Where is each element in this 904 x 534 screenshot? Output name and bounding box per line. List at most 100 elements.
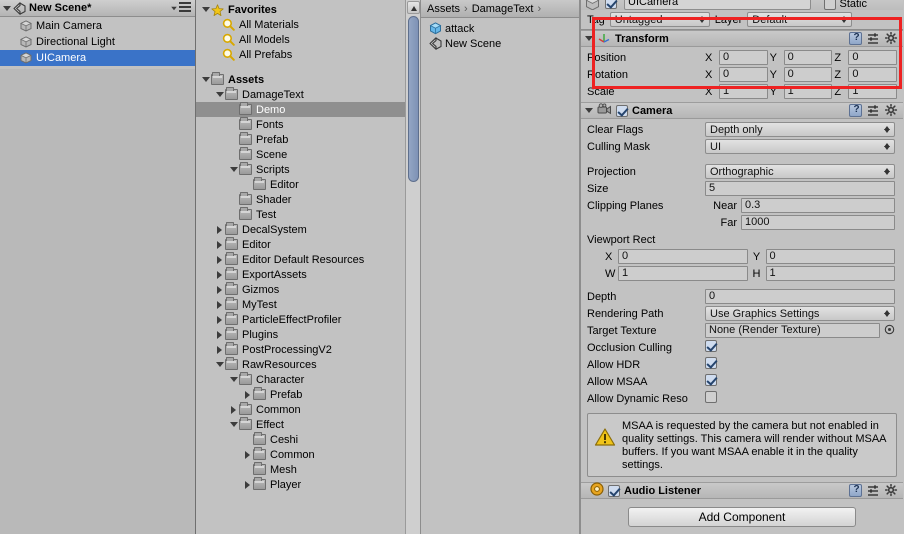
depth-field[interactable]: 0 <box>705 289 895 304</box>
foldout-arrow-right-icon[interactable] <box>242 480 253 489</box>
project-tree-item[interactable]: Character <box>196 372 420 387</box>
foldout-arrow-right-icon[interactable] <box>214 345 225 354</box>
rendering-path-dropdown[interactable]: Use Graphics Settings <box>705 306 895 321</box>
add-component-button[interactable]: Add Component <box>628 507 856 527</box>
viewport-x-field[interactable]: 0 <box>618 249 748 264</box>
project-tree-item[interactable]: Fonts <box>196 117 420 132</box>
projection-dropdown[interactable]: Orthographic <box>705 164 895 179</box>
preset-icon[interactable] <box>867 33 880 44</box>
project-tree-item[interactable]: Common <box>196 402 420 417</box>
breadcrumb-assets[interactable]: Assets <box>427 3 460 15</box>
position-y-field[interactable]: 0 <box>783 50 833 65</box>
project-tree-item[interactable]: ParticleEffectProfiler <box>196 312 420 327</box>
rotation-y-field[interactable]: 0 <box>783 67 833 82</box>
clear-flags-dropdown[interactable]: Depth only <box>705 122 895 137</box>
scale-z-field[interactable]: 1 <box>848 84 898 99</box>
project-scrollbar[interactable] <box>405 0 420 534</box>
allow-hdr-checkbox[interactable] <box>705 357 717 369</box>
hierarchy-empty-area[interactable] <box>0 69 196 534</box>
project-tree-item[interactable]: Scene <box>196 147 420 162</box>
foldout-arrow-right-icon[interactable] <box>214 315 225 324</box>
scrollbar-thumb[interactable] <box>408 16 419 182</box>
gear-icon[interactable] <box>884 103 898 117</box>
project-content-item-attack[interactable]: attack <box>421 21 580 36</box>
project-tree-item[interactable]: PostProcessingV2 <box>196 342 420 357</box>
scale-y-field[interactable]: 1 <box>783 84 833 99</box>
breadcrumb-damagetext[interactable]: DamageText <box>472 3 534 15</box>
project-tree-item[interactable]: Editor <box>196 177 420 192</box>
near-field[interactable]: 0.3 <box>741 198 895 213</box>
camera-foldout-arrow[interactable] <box>585 108 593 113</box>
project-favorite-all-prefabs[interactable]: All Prefabs <box>196 47 420 62</box>
help-icon[interactable] <box>849 484 862 497</box>
foldout-arrow-right-icon[interactable] <box>228 405 239 414</box>
far-field[interactable]: 1000 <box>741 215 895 230</box>
hierarchy-item-main-camera[interactable]: Main Camera <box>0 18 196 34</box>
viewport-w-field[interactable]: 1 <box>618 266 748 281</box>
camera-component-header[interactable]: Camera <box>581 102 903 119</box>
hierarchy-item-directional-light[interactable]: Directional Light <box>0 34 196 50</box>
project-favorites-root[interactable]: Favorites <box>196 2 420 17</box>
foldout-arrow-down-icon[interactable] <box>214 362 225 367</box>
object-name-field[interactable]: UICamera <box>624 0 811 10</box>
camera-enabled-checkbox[interactable] <box>616 104 628 117</box>
allow-msaa-checkbox[interactable] <box>705 374 717 386</box>
project-assets-root[interactable]: Assets <box>196 72 420 87</box>
static-checkbox[interactable] <box>824 0 837 10</box>
foldout-arrow-right-icon[interactable] <box>242 390 253 399</box>
viewport-h-field[interactable]: 1 <box>765 266 895 281</box>
position-z-field[interactable]: 0 <box>848 50 898 65</box>
transform-component-header[interactable]: Transform <box>581 30 903 47</box>
foldout-arrow-down-icon[interactable] <box>228 422 239 427</box>
project-tree-item[interactable]: Effect <box>196 417 420 432</box>
help-icon[interactable] <box>849 104 862 117</box>
viewport-y-field[interactable]: 0 <box>765 249 895 264</box>
project-tree-item[interactable]: Common <box>196 447 420 462</box>
culling-mask-dropdown[interactable]: UI <box>705 139 895 154</box>
project-tree-item[interactable]: Ceshi <box>196 432 420 447</box>
project-tree-item[interactable]: Gizmos <box>196 282 420 297</box>
scene-expand-arrow[interactable] <box>3 5 11 11</box>
project-tree-item[interactable]: Player <box>196 477 420 492</box>
project-tree-item[interactable]: Prefab <box>196 387 420 402</box>
size-field[interactable]: 5 <box>705 181 895 196</box>
project-tree-item[interactable]: MyTest <box>196 297 420 312</box>
preset-icon[interactable] <box>867 105 880 116</box>
project-content-item-new-scene[interactable]: New Scene <box>421 36 580 51</box>
target-texture-field[interactable]: None (Render Texture) <box>705 323 880 338</box>
object-picker-icon[interactable] <box>884 324 897 338</box>
project-tree-item[interactable]: Mesh <box>196 462 420 477</box>
audio-listener-component-header[interactable]: Audio Listener <box>581 482 903 499</box>
project-tree-item[interactable]: Editor <box>196 237 420 252</box>
project-tree-item[interactable]: Prefab <box>196 132 420 147</box>
help-icon[interactable] <box>849 32 862 45</box>
audio-listener-enabled-checkbox[interactable] <box>608 484 620 497</box>
transform-foldout-arrow[interactable] <box>585 36 593 41</box>
position-x-field[interactable]: 0 <box>719 50 768 65</box>
project-tree-item[interactable]: Test <box>196 207 420 222</box>
foldout-arrow-down-icon[interactable] <box>228 377 239 382</box>
foldout-arrow-down-icon[interactable] <box>228 167 239 172</box>
preset-icon[interactable] <box>867 485 880 496</box>
foldout-arrow-right-icon[interactable] <box>214 225 225 234</box>
foldout-arrow-right-icon[interactable] <box>214 270 225 279</box>
foldout-arrow-right-icon[interactable] <box>214 300 225 309</box>
scroll-up-arrow-icon[interactable] <box>406 1 420 14</box>
project-tree-item[interactable]: Plugins <box>196 327 420 342</box>
tag-dropdown[interactable]: Untagged <box>609 12 710 27</box>
rotation-x-field[interactable]: 0 <box>719 67 768 82</box>
project-tree-item[interactable]: DecalSystem <box>196 222 420 237</box>
object-enabled-checkbox[interactable] <box>605 0 617 9</box>
foldout-arrow-right-icon[interactable] <box>214 330 225 339</box>
project-tree-item[interactable]: DamageText <box>196 87 420 102</box>
occlusion-culling-checkbox[interactable] <box>705 340 717 352</box>
project-favorite-all-materials[interactable]: All Materials <box>196 17 420 32</box>
project-favorite-all-models[interactable]: All Models <box>196 32 420 47</box>
gear-icon[interactable] <box>884 483 898 497</box>
foldout-arrow-right-icon[interactable] <box>214 240 225 249</box>
rotation-z-field[interactable]: 0 <box>848 67 898 82</box>
project-tree-item[interactable]: Scripts <box>196 162 420 177</box>
layer-dropdown[interactable]: Default <box>747 12 853 27</box>
static-toggle[interactable]: Static <box>824 0 867 10</box>
project-tree-item[interactable]: ExportAssets <box>196 267 420 282</box>
